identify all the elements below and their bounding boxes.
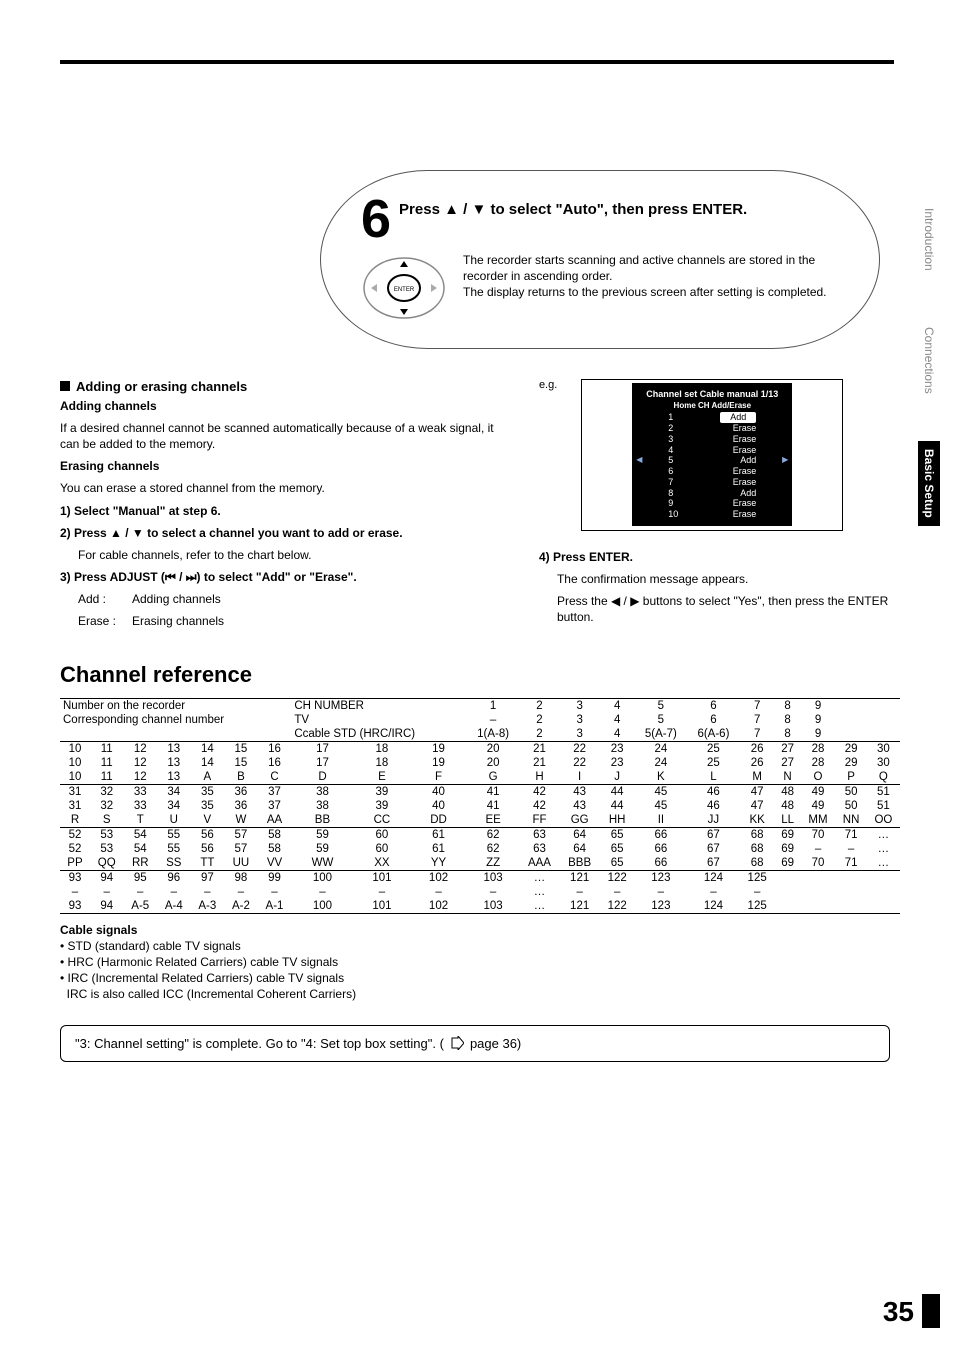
cable-signal-hrc: • HRC (Harmonic Related Carriers) cable … [60, 954, 904, 970]
callout-text-b: page 36) [470, 1036, 521, 1051]
completion-callout: "3: Channel setting" is complete. Go to … [60, 1025, 890, 1062]
cable-signal-irc-note: IRC is also called ICC (Incremental Cohe… [60, 986, 904, 1002]
page-number: 35 [883, 1296, 914, 1328]
osd-row: 7Erase [640, 477, 784, 488]
osd-row: 4Erase [640, 445, 784, 456]
cable-signal-irc: • IRC (Incremental Related Carriers) cab… [60, 970, 904, 986]
step-title-a: Press [399, 201, 444, 218]
adding-erasing-heading: Adding or erasing channels [60, 379, 509, 394]
page-number-bar [922, 1294, 940, 1328]
tab-introduction: Introduction [918, 200, 940, 279]
step-title: Press ▲ / ▼ to select "Auto", then press… [399, 201, 747, 218]
osd-row: 2Erase [640, 423, 784, 434]
osd-row: 8Add [640, 488, 784, 499]
step-1: 1) Select "Manual" at step 6. [60, 503, 509, 519]
channel-reference-table: Number on the recorderCH NUMBER123456789… [60, 698, 904, 916]
osd-header: Home CH Add/Erase [640, 401, 784, 410]
erasing-channels-text: You can erase a stored channel from the … [60, 480, 509, 496]
step-4: 4) Press ENTER. [539, 549, 904, 565]
erasing-channels-heading: Erasing channels [60, 458, 509, 474]
eg-label: e.g. [539, 379, 557, 391]
channel-reference-heading: Channel reference [60, 662, 904, 688]
step-3: 3) Press ADJUST (⏮ / ⏭) to select "Add" … [60, 569, 509, 585]
adding-channels-text: If a desired channel cannot be scanned a… [60, 420, 509, 452]
arrow-up-down-icon: ▲ / ▼ [444, 201, 486, 218]
tab-connections: Connections [918, 319, 940, 402]
cable-signals-heading: Cable signals [60, 922, 904, 938]
adding-channels-heading: Adding channels [60, 398, 509, 414]
osd-title: Channel set Cable manual 1/13 [640, 389, 784, 399]
osd-row: 6Erase [640, 466, 784, 477]
step-4-line1: The confirmation message appears. [539, 571, 904, 587]
osd-example-box: ◀ ▶ Channel set Cable manual 1/13 Home C… [581, 379, 843, 531]
add-line: Add :Adding channels [60, 591, 509, 607]
remote-nav-icon: ENTER [361, 252, 447, 324]
osd-left-arrow-icon: ◀ [636, 455, 642, 464]
callout-text-a: "3: Channel setting" is complete. Go to … [75, 1036, 444, 1051]
step-4-line2: Press the ◀ / ▶ buttons to select "Yes",… [539, 593, 904, 625]
step-2: 2) Press ▲ / ▼ to select a channel you w… [60, 525, 509, 541]
top-divider [60, 60, 894, 64]
osd-screen: ◀ ▶ Channel set Cable manual 1/13 Home C… [632, 383, 792, 526]
tab-basic-setup: Basic Setup [918, 441, 940, 526]
cable-signals: Cable signals • STD (standard) cable TV … [60, 922, 904, 1003]
osd-right-arrow-icon: ▶ [782, 455, 788, 464]
arrow-left-right-icon: ◀ / ▶ [611, 594, 639, 608]
osd-row: 10Erase [640, 509, 784, 520]
arrow-up-down-icon: ▲ / ▼ [110, 526, 144, 540]
step-body-text: The recorder starts scanning and active … [463, 252, 849, 301]
step-2-note: For cable channels, refer to the chart b… [60, 547, 509, 563]
enter-label: ENTER [394, 287, 415, 293]
step-number: 6 [361, 195, 391, 244]
step-6-panel: 6 Press ▲ / ▼ to select "Auto", then pre… [320, 170, 880, 349]
erase-line: Erase :Erasing channels [60, 613, 509, 629]
osd-row: 9Erase [640, 498, 784, 509]
side-tabs: Introduction Connections Basic Setup [918, 200, 940, 526]
osd-row: 1Add [640, 412, 784, 423]
square-bullet-icon [60, 381, 70, 391]
goto-page-icon [450, 1036, 464, 1050]
step-title-b: to select "Auto", then press ENTER. [486, 201, 747, 218]
cable-signal-std: • STD (standard) cable TV signals [60, 938, 904, 954]
osd-row: 3Erase [640, 434, 784, 445]
right-column: e.g. ◀ ▶ Channel set Cable manual 1/13 H… [539, 379, 904, 636]
left-column: Adding or erasing channels Adding channe… [60, 379, 509, 636]
adjust-buttons-icon: ⏮ / ⏭ [165, 570, 197, 584]
osd-row: 5Add [640, 455, 784, 466]
